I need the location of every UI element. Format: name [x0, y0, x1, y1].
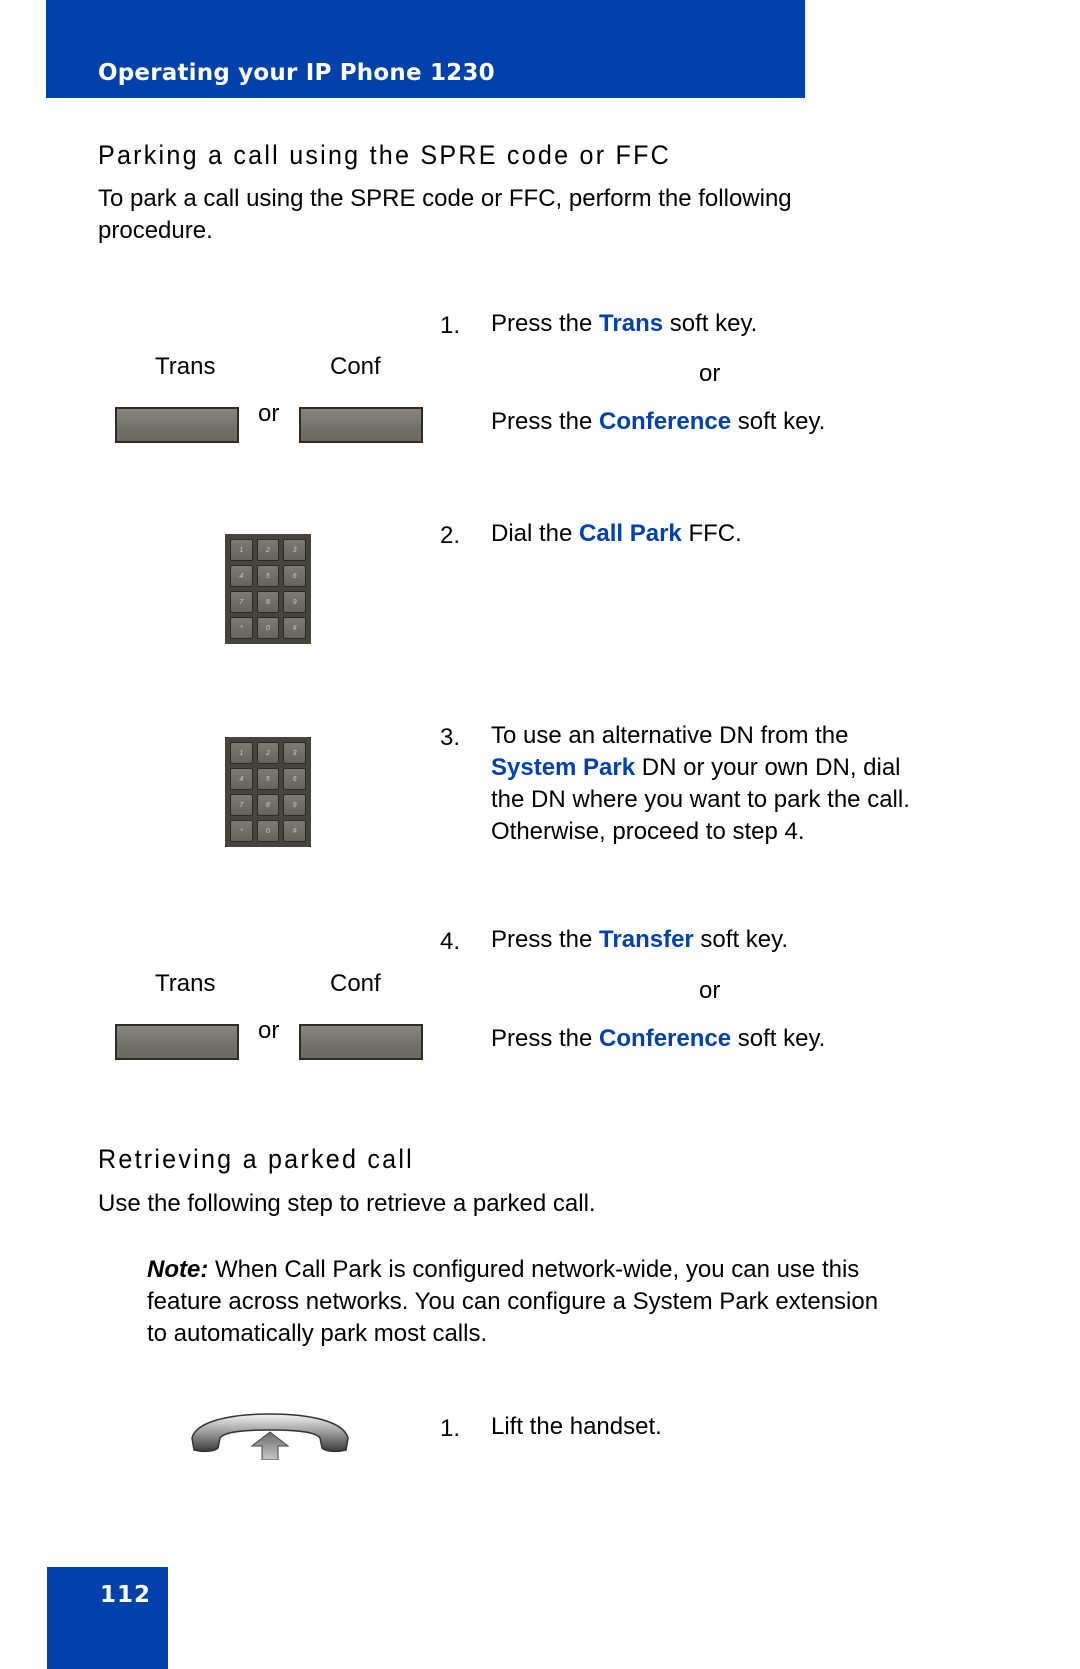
step-number: 4. — [440, 928, 461, 955]
conf-soft-key-icon — [299, 407, 423, 443]
dialpad-key: 2 — [256, 742, 280, 764]
page-number: 112 — [100, 1582, 152, 1608]
dialpad-key: 5 — [256, 565, 280, 587]
step-4-alt-text: Press the Conference soft key. — [491, 1023, 825, 1055]
or-text: or — [699, 977, 721, 1004]
step-1-alt-text: Press the Conference soft key. — [491, 406, 825, 438]
keyword-system-park: System Park — [491, 754, 636, 781]
dialpad-key: 3 — [283, 742, 306, 764]
lift-handset-icon — [188, 1408, 353, 1461]
step-number: 2. — [440, 522, 461, 549]
note-text: When Call Park is configured network-wid… — [208, 1256, 860, 1283]
step-2-text: Dial the Call Park FFC. — [491, 518, 742, 550]
dialpad-key: 9 — [283, 794, 306, 816]
retrieve-intro-text: Use the following step to retrieve a par… — [98, 1190, 596, 1217]
conf-soft-key-icon — [299, 1024, 423, 1060]
softkey-label-conf: Conf — [330, 353, 381, 380]
dialpad-key: * — [230, 617, 253, 639]
keyword-call-park: Call Park — [579, 520, 682, 547]
dialpad-key: 4 — [230, 768, 253, 790]
intro-text: To park a call using the SPRE code or FF… — [98, 183, 792, 247]
dialpad-key: * — [230, 820, 253, 842]
dialpad-key: 9 — [283, 591, 306, 613]
step-text-part: soft key. — [693, 926, 789, 953]
step-number: 1. — [440, 312, 461, 339]
dialpad-key: 1 — [230, 742, 253, 764]
or-text: or — [258, 1017, 280, 1044]
chapter-title: Operating your IP Phone 1230 — [98, 60, 495, 86]
step-text-part: Press the — [491, 408, 600, 435]
step-1-text: Press the Trans soft key. — [491, 308, 757, 340]
step-3-line-3: the DN where you want to park the call. — [491, 786, 910, 813]
step-text-part: Press the — [491, 1025, 600, 1052]
keyword-transfer: Transfer — [599, 926, 694, 953]
step-text-part: DN or your own DN, dial — [635, 754, 901, 781]
dialpad-key: 2 — [256, 539, 280, 561]
step-4-text: Press the Transfer soft key. — [491, 924, 788, 956]
step-3-line-2: System Park DN or your own DN, dial — [491, 752, 910, 784]
step-text-part: Press the — [491, 310, 600, 337]
step-text-part: Press the — [491, 926, 600, 953]
dialpad-key: 8 — [256, 591, 280, 613]
note-line-3: to automatically park most calls. — [147, 1320, 488, 1347]
or-text: or — [258, 400, 280, 427]
softkey-label-trans: Trans — [155, 970, 216, 997]
section-heading-parking: Parking a call using the SPRE code or FF… — [98, 140, 672, 170]
section-heading-retrieving: Retrieving a parked call — [98, 1144, 414, 1174]
step-3-text: To use an alternative DN from the System… — [491, 720, 910, 848]
trans-soft-key-icon — [115, 407, 239, 443]
dialpad-key: 0 — [256, 820, 280, 842]
intro-line-2: procedure. — [98, 217, 213, 244]
dialpad-key: 3 — [283, 539, 306, 561]
note-line-2: feature across networks. You can configu… — [147, 1288, 879, 1315]
step-3-line-4: Otherwise, proceed to step 4. — [491, 818, 805, 845]
keyword-conference: Conference — [599, 1025, 732, 1052]
dialpad-key: 4 — [230, 565, 253, 587]
step-number: 3. — [440, 724, 461, 751]
keyword-conference: Conference — [599, 408, 732, 435]
note-label: Note: — [147, 1256, 209, 1283]
dialpad-key: 7 — [230, 794, 253, 816]
note-block: Note: When Call Park is configured netwo… — [147, 1254, 878, 1350]
dialpad-key: 6 — [283, 565, 306, 587]
softkey-label-trans: Trans — [155, 353, 216, 380]
or-text: or — [699, 360, 721, 387]
step-3-line-1: To use an alternative DN from the — [491, 722, 849, 749]
dialpad-key: 5 — [256, 768, 280, 790]
keyword-trans: Trans — [599, 310, 664, 337]
dialpad-key: 7 — [230, 591, 253, 613]
step-text-part: FFC. — [681, 520, 742, 547]
dialpad-icon: 1 2 3 4 5 6 7 8 9 * 0 # — [225, 737, 311, 847]
dialpad-key: 0 — [256, 617, 280, 639]
dialpad-key: # — [283, 820, 306, 842]
dialpad-icon: 1 2 3 4 5 6 7 8 9 * 0 # — [225, 534, 311, 644]
dialpad-key: 8 — [256, 794, 280, 816]
dialpad-key: 1 — [230, 539, 253, 561]
dialpad-key: # — [283, 617, 306, 639]
step-text-part: soft key. — [663, 310, 758, 337]
step-text-part: Dial the — [491, 520, 580, 547]
step-text-part: soft key. — [731, 408, 826, 435]
trans-soft-key-icon — [115, 1024, 239, 1060]
step-text-part: soft key. — [731, 1025, 826, 1052]
softkey-label-conf: Conf — [330, 970, 381, 997]
dialpad-key: 6 — [283, 768, 306, 790]
step-number: 1. — [440, 1415, 461, 1442]
note-line-1: Note: When Call Park is configured netwo… — [147, 1254, 878, 1286]
intro-line-1: To park a call using the SPRE code or FF… — [98, 185, 792, 212]
retrieve-step-1-text: Lift the handset. — [491, 1413, 662, 1440]
